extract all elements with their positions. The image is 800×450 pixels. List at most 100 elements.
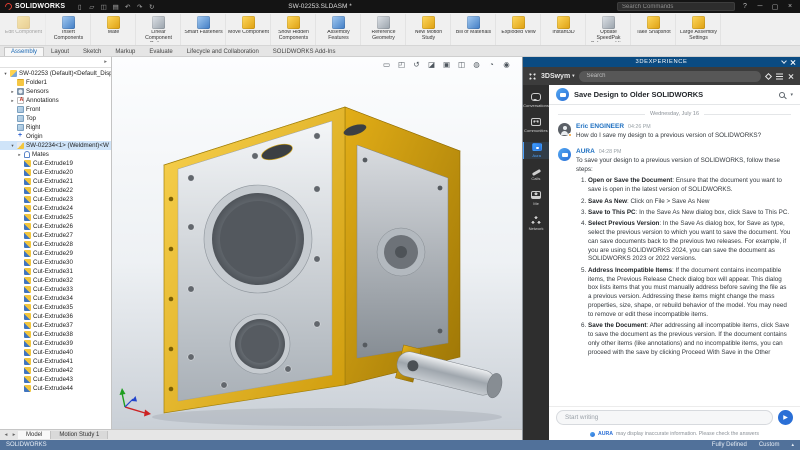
chat-message-input[interactable] xyxy=(556,410,773,425)
tree-item[interactable]: Cut-Extrude19 xyxy=(0,159,111,168)
model-tab[interactable]: Motion Study 1 xyxy=(51,431,108,439)
tree-item[interactable]: ▸ Annotations xyxy=(0,96,111,105)
tree-item[interactable]: Cut-Extrude22 xyxy=(0,186,111,195)
tree-item[interactable]: Cut-Extrude26 xyxy=(0,222,111,231)
ribbon-button[interactable]: Move Component xyxy=(227,14,271,45)
swym-search-input[interactable] xyxy=(579,71,761,82)
tree-expander-icon[interactable]: ▾ xyxy=(10,143,15,149)
tree-item[interactable]: Cut-Extrude29 xyxy=(0,249,111,258)
minimize-icon[interactable]: ─ xyxy=(755,3,765,10)
tree-expander-icon[interactable]: ▸ xyxy=(17,152,22,158)
tree-item[interactable]: Right xyxy=(0,123,111,132)
zoom-fit-icon[interactable] xyxy=(381,59,392,70)
ribbon-tab[interactable]: Sketch xyxy=(76,47,108,56)
tree-expander-icon[interactable]: ▾ xyxy=(3,71,8,77)
aura-name[interactable]: AURA xyxy=(576,148,595,155)
ribbon-button[interactable]: Take Snapshot xyxy=(632,14,676,45)
panel-close-icon[interactable] xyxy=(790,59,796,65)
rail-item[interactable]: Calls xyxy=(523,167,549,182)
tree-item[interactable]: Cut-Extrude20 xyxy=(0,168,111,177)
hide-show-items-icon[interactable] xyxy=(471,59,482,70)
cad-model-3d-view[interactable] xyxy=(112,57,522,429)
app-switcher-icon[interactable] xyxy=(529,73,536,80)
tree-item[interactable]: Cut-Extrude35 xyxy=(0,303,111,312)
tree-item[interactable]: Cut-Extrude44 xyxy=(0,384,111,393)
tree-item[interactable]: ▾ SW-02234<1> (Weldment)<W xyxy=(0,141,111,150)
tree-item[interactable]: Cut-Extrude40 xyxy=(0,348,111,357)
ribbon-button[interactable]: New Motion Study xyxy=(407,14,451,45)
maximize-icon[interactable]: ▢ xyxy=(770,3,780,11)
help-icon[interactable]: ? xyxy=(740,3,750,10)
tree-item[interactable]: Cut-Extrude24 xyxy=(0,204,111,213)
chat-messages[interactable]: Wednesday, July 16 Eric ENGINEER 04:26 P… xyxy=(549,105,800,406)
rail-item[interactable]: Network xyxy=(523,215,549,232)
section-view-icon[interactable] xyxy=(426,59,437,70)
tree-item[interactable]: Folder1 xyxy=(0,78,111,87)
titlebar-tool-icon[interactable]: ▱ xyxy=(87,3,96,11)
titlebar-tool-icon[interactable]: ↶ xyxy=(123,3,132,11)
titlebar-tool-icon[interactable]: ↷ xyxy=(135,3,144,11)
tree-expander-icon[interactable]: ▸ xyxy=(10,89,15,95)
model-tab[interactable]: Model xyxy=(18,431,51,439)
tabs-scroll-left-icon[interactable]: ◂ xyxy=(2,432,10,438)
tree-item[interactable]: Cut-Extrude30 xyxy=(0,258,111,267)
tree-item[interactable]: Cut-Extrude33 xyxy=(0,285,111,294)
view-orientation-icon[interactable] xyxy=(441,59,452,70)
tree-item[interactable]: Top xyxy=(0,114,111,123)
ribbon-button[interactable]: Bill of Materials xyxy=(452,14,496,45)
tree-item[interactable]: Cut-Extrude41 xyxy=(0,357,111,366)
previous-view-icon[interactable] xyxy=(411,59,422,70)
tree-item[interactable]: Cut-Extrude21 xyxy=(0,177,111,186)
tree-item[interactable]: Cut-Extrude32 xyxy=(0,276,111,285)
close-icon[interactable] xyxy=(788,73,794,79)
tabs-scroll-right-icon[interactable]: ▸ xyxy=(10,432,18,438)
tree-item[interactable]: Front xyxy=(0,105,111,114)
tree-item[interactable]: Cut-Extrude31 xyxy=(0,267,111,276)
ribbon-button[interactable]: Update SpeedPak Subassemblies xyxy=(587,14,631,45)
zoom-area-icon[interactable] xyxy=(396,59,407,70)
tree-item[interactable]: Cut-Extrude42 xyxy=(0,366,111,375)
ribbon-tab[interactable]: Assembly xyxy=(4,47,44,56)
ribbon-button[interactable]: Reference Geometry xyxy=(362,14,406,45)
menu-icon[interactable] xyxy=(776,76,783,77)
ribbon-tab[interactable]: Lifecycle and Collaboration xyxy=(180,47,266,56)
app-name[interactable]: 3DSwym ▾ xyxy=(541,73,574,80)
ribbon-button[interactable]: Linear Component Pattern xyxy=(137,14,181,45)
close-icon[interactable]: × xyxy=(785,3,795,10)
ribbon-button[interactable]: Insert Components xyxy=(47,14,91,45)
tree-item[interactable]: Cut-Extrude28 xyxy=(0,240,111,249)
tree-item[interactable]: Cut-Extrude23 xyxy=(0,195,111,204)
ribbon-button[interactable]: Show Hidden Components xyxy=(272,14,316,45)
view-settings-icon[interactable] xyxy=(501,59,512,70)
ribbon-button[interactable]: Exploded View xyxy=(497,14,541,45)
tree-item[interactable]: Cut-Extrude39 xyxy=(0,339,111,348)
tree-item[interactable]: Cut-Extrude36 xyxy=(0,312,111,321)
rail-item[interactable]: Communities xyxy=(523,117,549,134)
titlebar-tool-icon[interactable]: ◫ xyxy=(99,3,108,11)
ribbon-tab[interactable]: Markup xyxy=(108,47,142,56)
tree-item[interactable]: Cut-Extrude43 xyxy=(0,375,111,384)
ribbon-button[interactable]: Large Assembly Settings xyxy=(677,14,721,45)
tree-item[interactable]: Cut-Extrude27 xyxy=(0,231,111,240)
display-style-icon[interactable] xyxy=(456,59,467,70)
tree-item[interactable]: Cut-Extrude25 xyxy=(0,213,111,222)
tree-expander-icon[interactable]: ▸ xyxy=(10,98,15,104)
search-commands-input[interactable] xyxy=(617,2,735,11)
titlebar-tool-icon[interactable]: ▯ xyxy=(75,3,84,11)
titlebar-tool-icon[interactable]: ▤ xyxy=(111,3,120,11)
ribbon-button[interactable]: Smart Fasteners xyxy=(182,14,226,45)
ribbon-tab[interactable]: Evaluate xyxy=(142,47,179,56)
tree-item[interactable]: ▸ Mates xyxy=(0,150,111,159)
chevron-down-icon[interactable]: ▾ xyxy=(790,92,793,98)
search-icon[interactable] xyxy=(779,92,785,98)
ribbon-button[interactable]: Mate xyxy=(92,14,136,45)
ribbon-button[interactable]: Edit Component xyxy=(2,14,46,45)
tree-item[interactable]: Cut-Extrude37 xyxy=(0,321,111,330)
chevron-down-icon[interactable] xyxy=(781,58,787,64)
ribbon-tab[interactable]: SOLIDWORKS Add-Ins xyxy=(266,47,343,56)
ribbon-button[interactable]: Assembly Features xyxy=(317,14,361,45)
user-name[interactable]: Eric ENGINEER xyxy=(576,123,624,130)
send-button[interactable]: ▶ xyxy=(778,410,793,425)
titlebar-tool-icon[interactable]: ↻ xyxy=(147,3,156,11)
tree-item[interactable]: Origin xyxy=(0,132,111,141)
